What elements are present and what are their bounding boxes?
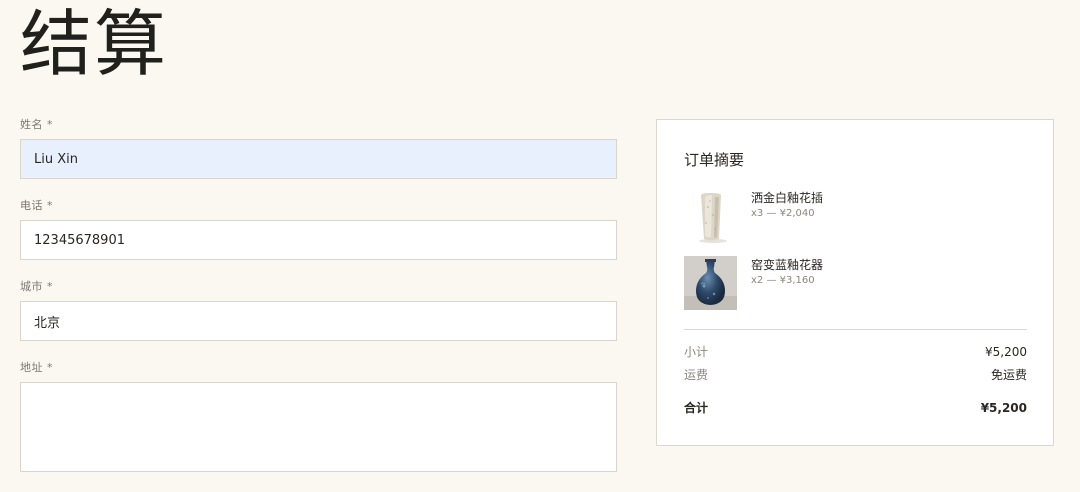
subtotal-label: 小计 (684, 345, 709, 359)
phone-label: 电话 * (20, 199, 617, 213)
phone-label-text: 电话 (20, 199, 43, 212)
required-mark: * (47, 361, 53, 374)
phone-field-group: 电话 * (20, 199, 617, 260)
order-summary-panel: 订单摘要 洒金白釉花插 x3 — ¥2,040 窑变蓝釉花器 x2 — ¥3,1… (656, 119, 1054, 446)
address-textarea[interactable] (20, 382, 617, 472)
order-items-list: 洒金白釉花插 x3 — ¥2,040 窑变蓝釉花器 x2 — ¥3,160 (684, 189, 1027, 323)
phone-input[interactable] (20, 220, 617, 260)
city-label-text: 城市 (20, 280, 43, 293)
item-quantity-price: x3 — ¥2,040 (751, 208, 815, 219)
total-value: ¥5,200 (980, 401, 1027, 415)
name-field-group: 姓名 * (20, 118, 617, 179)
shipping-row: 运费 免运费 (684, 367, 1027, 383)
order-summary-title: 订单摘要 (684, 151, 745, 169)
order-item: 洒金白釉花插 x3 — ¥2,040 (684, 189, 1027, 243)
address-field-group: 地址 * (20, 361, 617, 472)
subtotal-value: ¥5,200 (985, 345, 1027, 359)
item-quantity-price: x2 — ¥3,160 (751, 275, 815, 286)
city-label: 城市 * (20, 280, 617, 294)
address-label: 地址 * (20, 361, 617, 375)
name-input[interactable] (20, 139, 617, 179)
required-mark: * (47, 280, 53, 293)
required-mark: * (47, 118, 53, 131)
total-label: 合计 (684, 401, 709, 415)
name-label-text: 姓名 (20, 118, 43, 131)
order-item: 窑变蓝釉花器 x2 — ¥3,160 (684, 256, 1027, 310)
address-label-text: 地址 (20, 361, 43, 374)
blue-vase-thumbnail-icon (684, 256, 737, 310)
total-row: 合计 ¥5,200 (684, 400, 1027, 416)
checkout-form: 姓名 * 电话 * 城市 * 地址 * (20, 118, 617, 492)
name-label: 姓名 * (20, 118, 617, 132)
white-vase-thumbnail-icon (684, 189, 737, 243)
item-name: 窑变蓝釉花器 (751, 258, 824, 272)
item-name: 洒金白釉花插 (751, 191, 824, 205)
subtotal-row: 小计 ¥5,200 (684, 344, 1027, 360)
shipping-label: 运费 (684, 368, 709, 382)
city-input[interactable] (20, 301, 617, 341)
shipping-value: 免运费 (990, 368, 1027, 382)
summary-divider (684, 329, 1027, 330)
required-mark: * (47, 199, 53, 212)
city-field-group: 城市 * (20, 280, 617, 341)
page-title: 结算 (20, 2, 169, 86)
